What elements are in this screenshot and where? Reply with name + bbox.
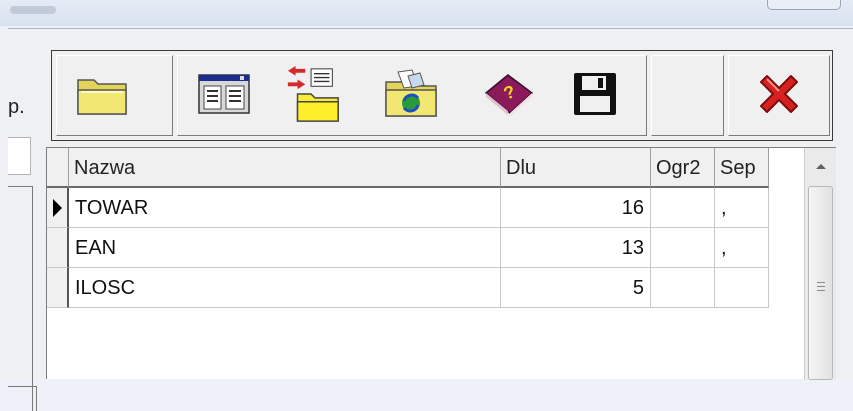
left-list-fragment (8, 186, 33, 411)
scroll-thumb[interactable] (808, 186, 833, 380)
help-button[interactable]: ? (480, 63, 538, 125)
column-header-sep[interactable]: Sep (715, 148, 769, 188)
header-corner (47, 148, 69, 188)
save-button[interactable] (566, 63, 624, 125)
cell-sep[interactable] (715, 268, 769, 308)
save-disk-icon (574, 73, 616, 115)
column-header-ogr2[interactable]: Ogr2 (651, 148, 715, 188)
left-panel: p. (0, 31, 38, 411)
cell-ogr2[interactable] (651, 268, 715, 308)
refresh-folder-icon (385, 69, 437, 117)
toolbar-group-spacer (651, 55, 724, 136)
help-book-icon: ? (484, 74, 534, 117)
open-folder-icon (77, 79, 127, 115)
cell-dlu[interactable]: 13 (501, 228, 651, 268)
row-indicator[interactable] (47, 268, 69, 308)
vertical-scrollbar[interactable] (804, 148, 836, 380)
data-grid: Nazwa Dlu Ogr2 Sep TOWAR 16 , EAN 13 , I… (46, 147, 836, 380)
import-export-button[interactable] (284, 63, 342, 125)
window-titlebar (0, 0, 853, 26)
left-input-fragment[interactable] (8, 137, 31, 175)
open-button[interactable] (74, 63, 132, 125)
toolbar: ? (51, 50, 833, 141)
grip-icon (817, 282, 825, 294)
cell-dlu[interactable]: 5 (501, 268, 651, 308)
cell-sep[interactable]: , (715, 228, 769, 268)
import-export-icon (287, 65, 339, 122)
column-header-dlu[interactable]: Dlu (501, 148, 651, 188)
current-row-arrow-icon (53, 199, 62, 217)
cell-sep[interactable]: , (715, 188, 769, 228)
cell-ogr2[interactable] (651, 188, 715, 228)
form-view-icon (198, 74, 250, 114)
left-label-fragment: p. (8, 96, 25, 118)
left-control-fragment[interactable] (8, 386, 37, 411)
window-control-button[interactable] (767, 0, 841, 10)
cell-dlu[interactable]: 16 (501, 188, 651, 228)
close-x-icon (760, 75, 798, 113)
refresh-button[interactable] (382, 63, 440, 125)
divider (8, 28, 853, 29)
column-header-nazwa[interactable]: Nazwa (69, 148, 501, 188)
scroll-up-arrow-icon (815, 164, 826, 169)
cell-nazwa[interactable]: ILOSC (69, 268, 501, 308)
cell-nazwa[interactable]: TOWAR (69, 188, 501, 228)
row-indicator[interactable] (47, 228, 69, 268)
view-button[interactable] (195, 63, 253, 125)
cell-nazwa[interactable]: EAN (69, 228, 501, 268)
row-indicator[interactable] (47, 188, 69, 228)
title-text-blurred (10, 6, 56, 14)
cell-ogr2[interactable] (651, 228, 715, 268)
scroll-up-button[interactable] (805, 148, 836, 184)
close-button[interactable] (750, 63, 808, 125)
